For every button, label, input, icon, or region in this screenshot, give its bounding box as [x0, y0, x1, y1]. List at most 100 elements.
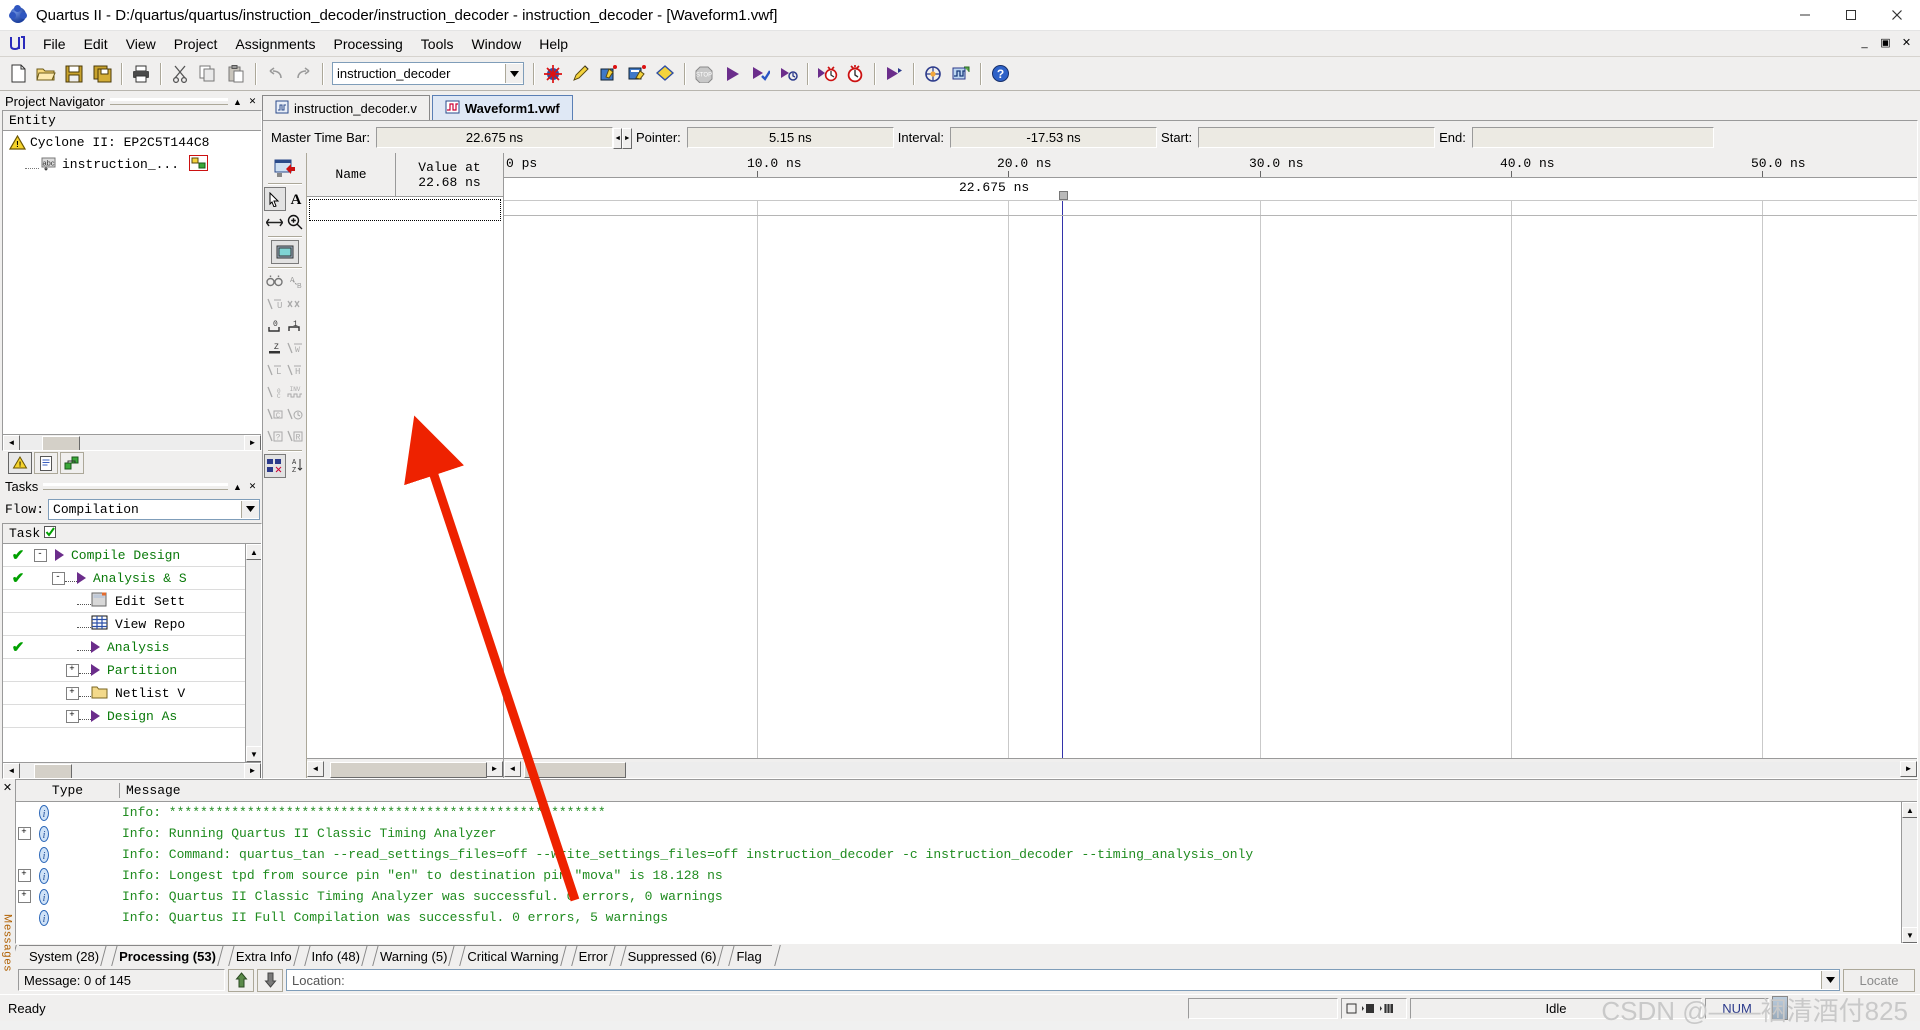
waveform-grid-body[interactable]	[504, 201, 1917, 758]
message-row[interactable]: i Info: Quartus II Full Compilation was …	[16, 907, 1917, 928]
sort-az-icon[interactable]: AZ	[286, 454, 306, 476]
close-panel-button[interactable]: ✕	[246, 95, 259, 108]
stop-icon[interactable]: STOP	[690, 60, 718, 88]
device-icon[interactable]	[651, 60, 679, 88]
run-arrow-icon[interactable]	[55, 549, 64, 561]
tab-info[interactable]: Info (48)	[292, 945, 379, 966]
scroll-left-icon[interactable]: ◄	[504, 760, 521, 777]
compilation-report-icon[interactable]	[539, 60, 567, 88]
hscroll-thumb[interactable]	[34, 763, 72, 778]
flow-dropdown[interactable]: Compilation	[48, 498, 260, 520]
task-checkbox-icon[interactable]	[44, 526, 57, 541]
hscroll-track[interactable]	[324, 761, 487, 778]
maximize-button[interactable]	[1828, 0, 1874, 30]
message-row[interactable]: + i Info: Quartus II Classic Timing Anal…	[16, 886, 1917, 907]
hscroll-track[interactable]	[20, 435, 244, 450]
waveform-edit-icon[interactable]	[265, 211, 285, 233]
scroll-left-icon[interactable]: ◄	[307, 760, 324, 777]
scroll-right-icon[interactable]: ►	[244, 434, 261, 450]
menu-item-processing[interactable]: Processing	[325, 33, 412, 55]
replace-icon[interactable]: AB	[285, 271, 305, 293]
move-down-icon[interactable]	[257, 968, 283, 992]
master-time-bar-value[interactable]: 22.675 ns	[375, 126, 613, 148]
run-arrow-icon[interactable]	[91, 664, 100, 676]
menu-item-view[interactable]: View	[117, 33, 165, 55]
task-expander[interactable]: -	[33, 548, 47, 562]
save-all-icon[interactable]	[88, 60, 116, 88]
move-up-icon[interactable]	[228, 968, 254, 992]
tab-extra-info[interactable]: Extra Info	[217, 945, 311, 966]
text-tool-icon[interactable]: A	[286, 187, 306, 209]
chip-planner-icon[interactable]	[919, 60, 947, 88]
close-tasks-button[interactable]: ✕	[246, 480, 259, 493]
cursor-flag-icon[interactable]	[1059, 191, 1068, 200]
messages-list[interactable]: i Info: ********************************…	[16, 802, 1917, 943]
scroll-down-icon[interactable]: ▼	[1902, 927, 1917, 943]
simulation-waveform-icon[interactable]	[947, 60, 975, 88]
undo-icon[interactable]	[261, 60, 289, 88]
tab-processing[interactable]: Processing (53)	[100, 945, 235, 966]
help-icon[interactable]: ?	[986, 60, 1014, 88]
close-messages-button[interactable]: ✕	[3, 781, 12, 794]
hscroll-track[interactable]	[521, 761, 1900, 778]
messages-type-header[interactable]: Type	[16, 783, 120, 798]
task-row[interactable]: + Design As	[3, 705, 261, 728]
chevron-down-icon[interactable]	[1821, 971, 1839, 989]
scroll-down-icon[interactable]: ▼	[246, 746, 261, 762]
timing-analyzer-icon[interactable]	[813, 60, 841, 88]
mdi-minimize-button[interactable]: _	[1855, 33, 1874, 52]
message-row[interactable]: + i Info: Running Quartus II Classic Tim…	[16, 823, 1917, 844]
tab-flag[interactable]: Flag	[717, 945, 781, 966]
tab-system[interactable]: System (28)	[15, 945, 118, 966]
master-time-cursor[interactable]	[1062, 201, 1063, 758]
arbitrary-value-icon[interactable]	[285, 403, 305, 425]
hscroll-thumb[interactable]	[330, 761, 487, 778]
paste-icon[interactable]	[222, 60, 250, 88]
scroll-left-icon[interactable]: ◄	[3, 434, 20, 450]
menu-item-tools[interactable]: Tools	[412, 33, 463, 55]
end-value[interactable]	[1471, 126, 1714, 148]
time-ruler[interactable]: 0 ps 10.0 ns 20.0 ns 30.0 ns 40.0 ns 50.…	[504, 153, 1917, 178]
waveform-canvas[interactable]: 0 ps 10.0 ns 20.0 ns 30.0 ns 40.0 ns 50.…	[504, 153, 1917, 758]
settings-icon[interactable]	[623, 60, 651, 88]
tasks-vscrollbar[interactable]: ▲ ▼	[245, 544, 261, 762]
entity-row-device[interactable]: ! Cyclone II: EP2C5T144C8	[3, 131, 261, 153]
project-navigator-hscrollbar[interactable]: ◄ ►	[3, 434, 261, 450]
task-row[interactable]: Edit Sett	[3, 590, 261, 613]
scroll-left-icon[interactable]: ◄	[3, 762, 20, 778]
count-value-icon[interactable]: 0C	[265, 381, 285, 403]
scroll-right-icon[interactable]: ►	[1900, 760, 1917, 777]
insert-node-icon[interactable]	[270, 156, 300, 180]
open-folder-icon[interactable]	[32, 60, 60, 88]
scroll-right-icon[interactable]: ►	[244, 762, 261, 778]
pin-planner-icon[interactable]	[567, 60, 595, 88]
message-row[interactable]: + i Info: Longest tpd from source pin "e…	[16, 865, 1917, 886]
project-revision-dropdown[interactable]: instruction_decoder	[332, 62, 524, 85]
pin-panel-button[interactable]: ▲	[231, 95, 244, 108]
mdi-close-button[interactable]: ✕	[1897, 33, 1916, 52]
messages-vscrollbar[interactable]: ▲ ▼	[1901, 802, 1917, 943]
forcing-low-l-icon[interactable]: L	[265, 359, 285, 381]
tab-waveform1-vwf[interactable]: Waveform1.vwf	[431, 95, 573, 120]
tab-files[interactable]	[34, 452, 58, 474]
tab-warning[interactable]: Warning (5)	[361, 945, 467, 966]
run-arrow-icon[interactable]	[91, 641, 100, 653]
empty-selection-box[interactable]	[309, 199, 501, 221]
start-compilation-icon[interactable]	[718, 60, 746, 88]
full-screen-icon[interactable]	[270, 240, 299, 264]
pin-tasks-button[interactable]: ▲	[231, 480, 244, 493]
task-row[interactable]: ✔ - Analysis & S	[3, 567, 261, 590]
clock-c-icon[interactable]: C	[265, 403, 285, 425]
programmer-icon[interactable]	[880, 60, 908, 88]
undefined-value-icon[interactable]: U	[265, 293, 285, 315]
menu-item-assignments[interactable]: Assignments	[226, 33, 324, 55]
assignment-editor-icon[interactable]	[595, 60, 623, 88]
forcing-low-icon[interactable]: 0	[265, 315, 285, 337]
start-simulation-icon[interactable]	[774, 60, 802, 88]
grouping-icon[interactable]	[263, 454, 286, 478]
menu-item-window[interactable]: Window	[462, 33, 530, 55]
mdi-restore-button[interactable]: ▣	[1876, 33, 1895, 52]
start-analysis-synthesis-icon[interactable]	[746, 60, 774, 88]
task-expander[interactable]: +	[65, 709, 79, 723]
tab-design-units[interactable]	[60, 452, 84, 474]
